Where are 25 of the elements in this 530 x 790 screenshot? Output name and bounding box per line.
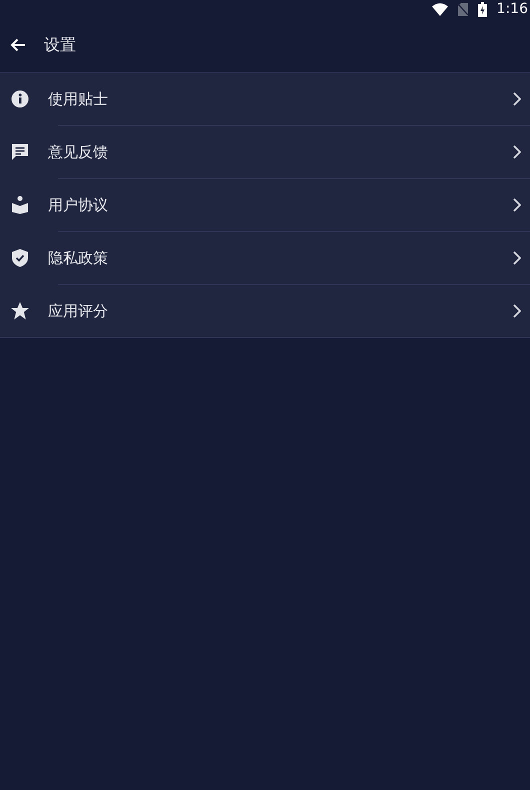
- star-icon: [10, 301, 30, 321]
- wifi-icon: [432, 2, 448, 16]
- menu-item[interactable]: 应用评分: [0, 285, 530, 337]
- menu-item-label: 意见反馈: [48, 142, 109, 162]
- page-title: 设置: [44, 34, 76, 56]
- menu-item-label: 使用贴士: [48, 90, 109, 108]
- menu-item[interactable]: 意见反馈: [0, 126, 530, 178]
- chevron-right-icon: [513, 145, 521, 159]
- menu-item-label: 隐私政策: [48, 248, 109, 268]
- chevron-right-icon: [513, 251, 521, 265]
- menu-item-label: 应用评分: [48, 302, 109, 320]
- chevron-right-icon: [513, 198, 521, 212]
- message-icon: [10, 142, 30, 162]
- menu-item-label: 用户协议: [48, 196, 109, 214]
- menu-item[interactable]: 使用贴士: [0, 73, 530, 125]
- no-sim-icon: [458, 2, 468, 16]
- chevron-right-icon: [513, 92, 521, 106]
- menu-item[interactable]: 用户协议: [0, 179, 530, 231]
- chevron-right-icon: [513, 304, 521, 318]
- shield-check-icon: [10, 248, 30, 268]
- back-arrow-icon[interactable]: [10, 38, 26, 52]
- reader-icon: [10, 195, 30, 215]
- info-icon: [10, 89, 30, 109]
- menu-item[interactable]: 隐私政策: [0, 232, 530, 284]
- status-time: 1:16: [496, 1, 528, 17]
